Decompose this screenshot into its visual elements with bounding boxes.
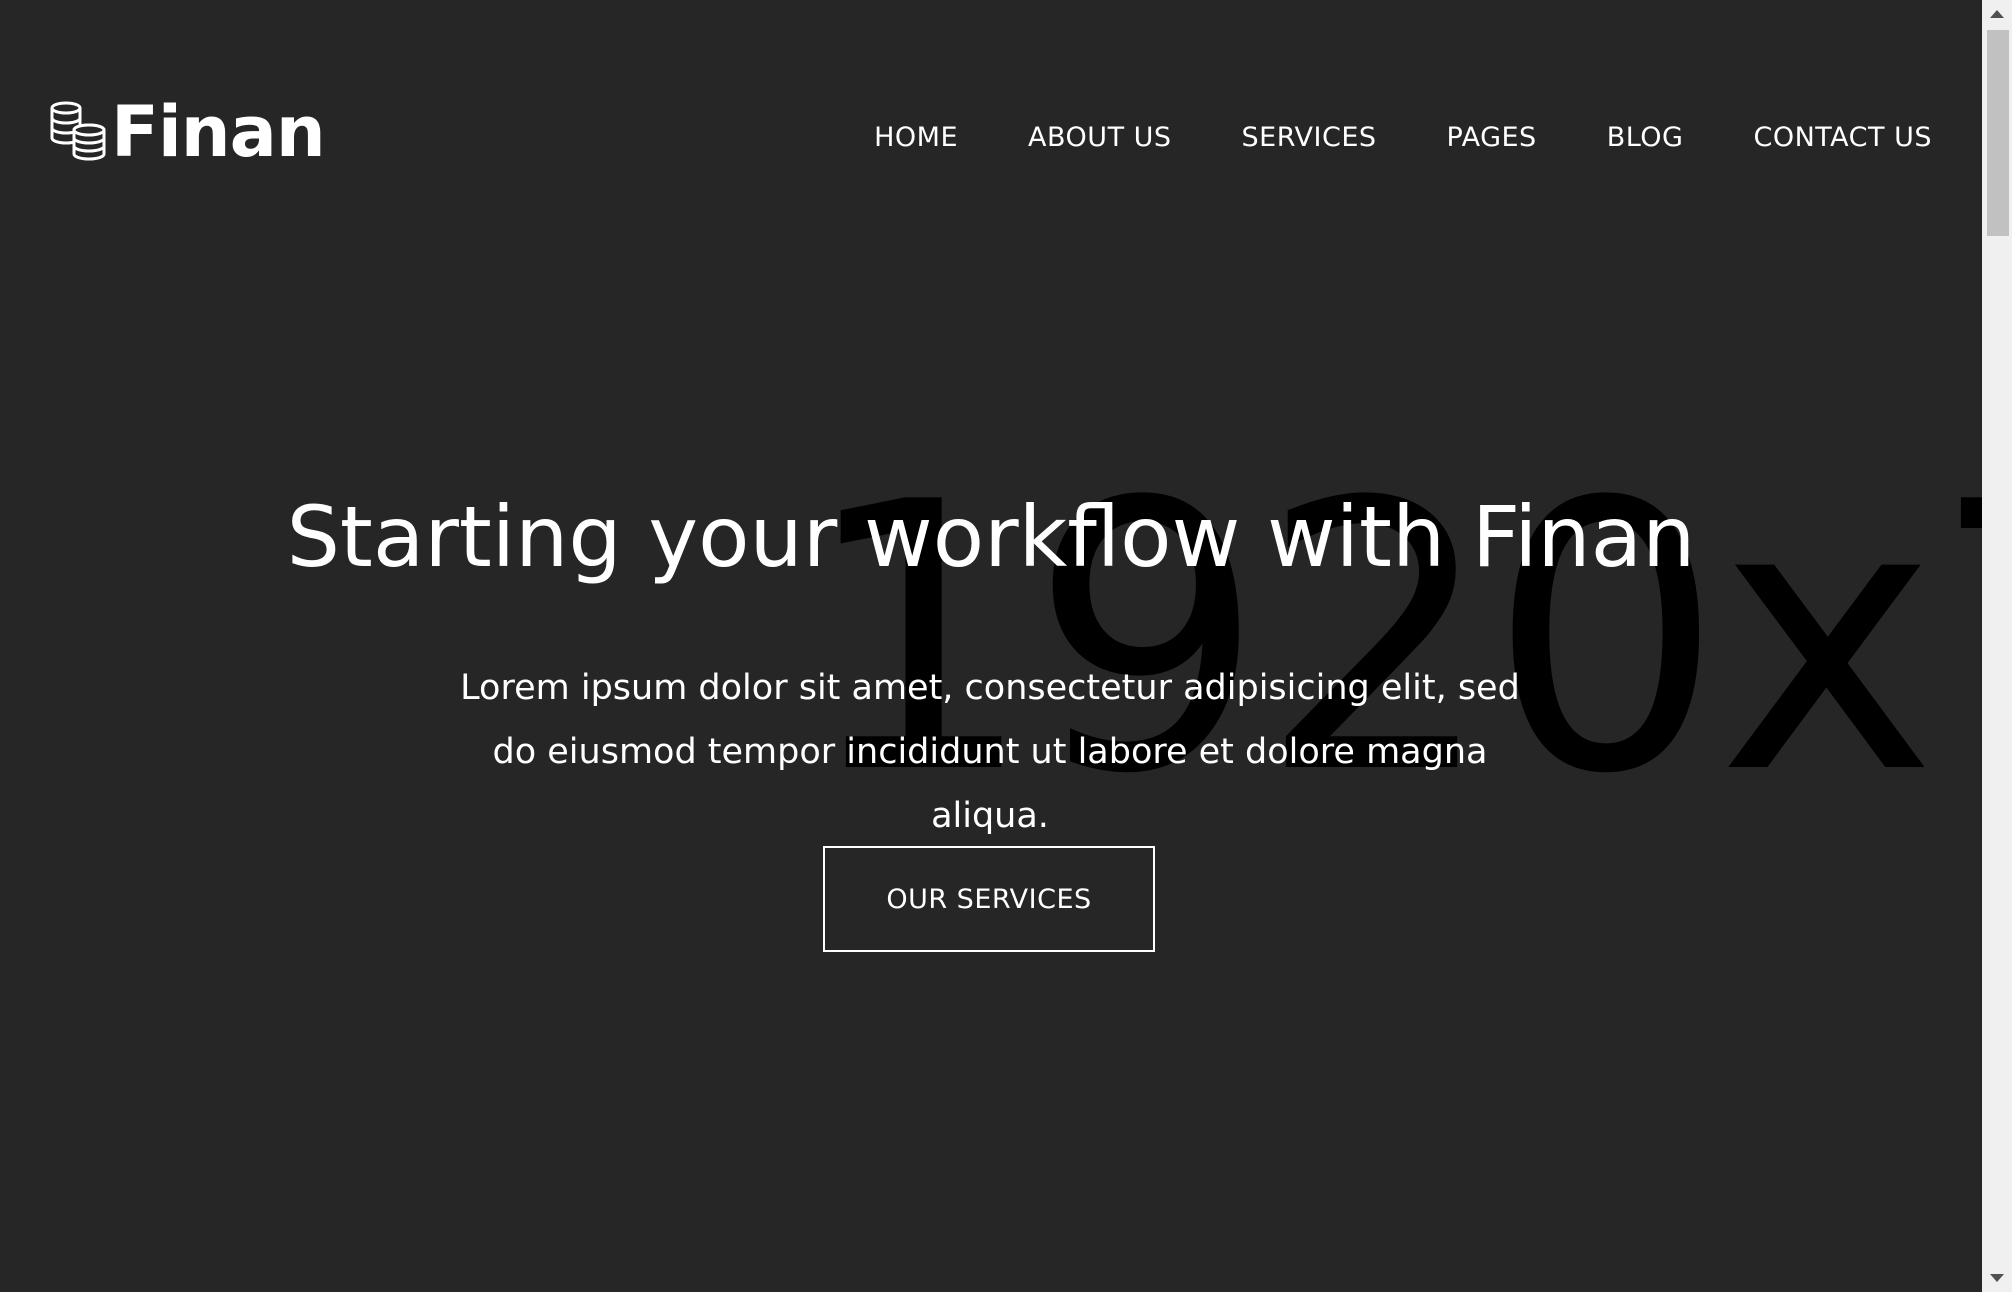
hero-description: Lorem ipsum dolor sit amet, consectetur … xyxy=(460,668,1520,836)
hero-section: 1920x7 Finan HOME ABOUT US xyxy=(0,0,1982,1292)
nav-pages[interactable]: PAGES xyxy=(1447,116,1537,160)
scroll-up-arrow-icon[interactable] xyxy=(1982,0,2012,28)
hero-title: Starting your workflow with Finan xyxy=(286,488,1696,586)
nav-home[interactable]: HOME xyxy=(874,116,958,160)
vertical-scrollbar[interactable] xyxy=(1982,0,2012,1292)
site-logo[interactable]: Finan xyxy=(49,91,326,173)
scrollbar-thumb[interactable] xyxy=(1987,30,2009,236)
logo-text: Finan xyxy=(111,91,326,173)
scroll-down-arrow-icon[interactable] xyxy=(1982,1264,2012,1292)
nav-about-us[interactable]: ABOUT US xyxy=(1028,116,1172,160)
coin-stack-icon xyxy=(50,101,106,161)
nav-contact-us[interactable]: CONTACT US xyxy=(1753,116,1932,160)
main-nav: HOME ABOUT US SERVICES PAGES BLOG CONTAC… xyxy=(874,116,1932,160)
nav-blog[interactable]: BLOG xyxy=(1607,116,1684,160)
nav-services[interactable]: SERVICES xyxy=(1242,116,1377,160)
page: 1920x7 Finan HOME ABOUT US xyxy=(0,0,2012,1292)
our-services-button[interactable]: OUR SERVICES xyxy=(823,846,1155,952)
